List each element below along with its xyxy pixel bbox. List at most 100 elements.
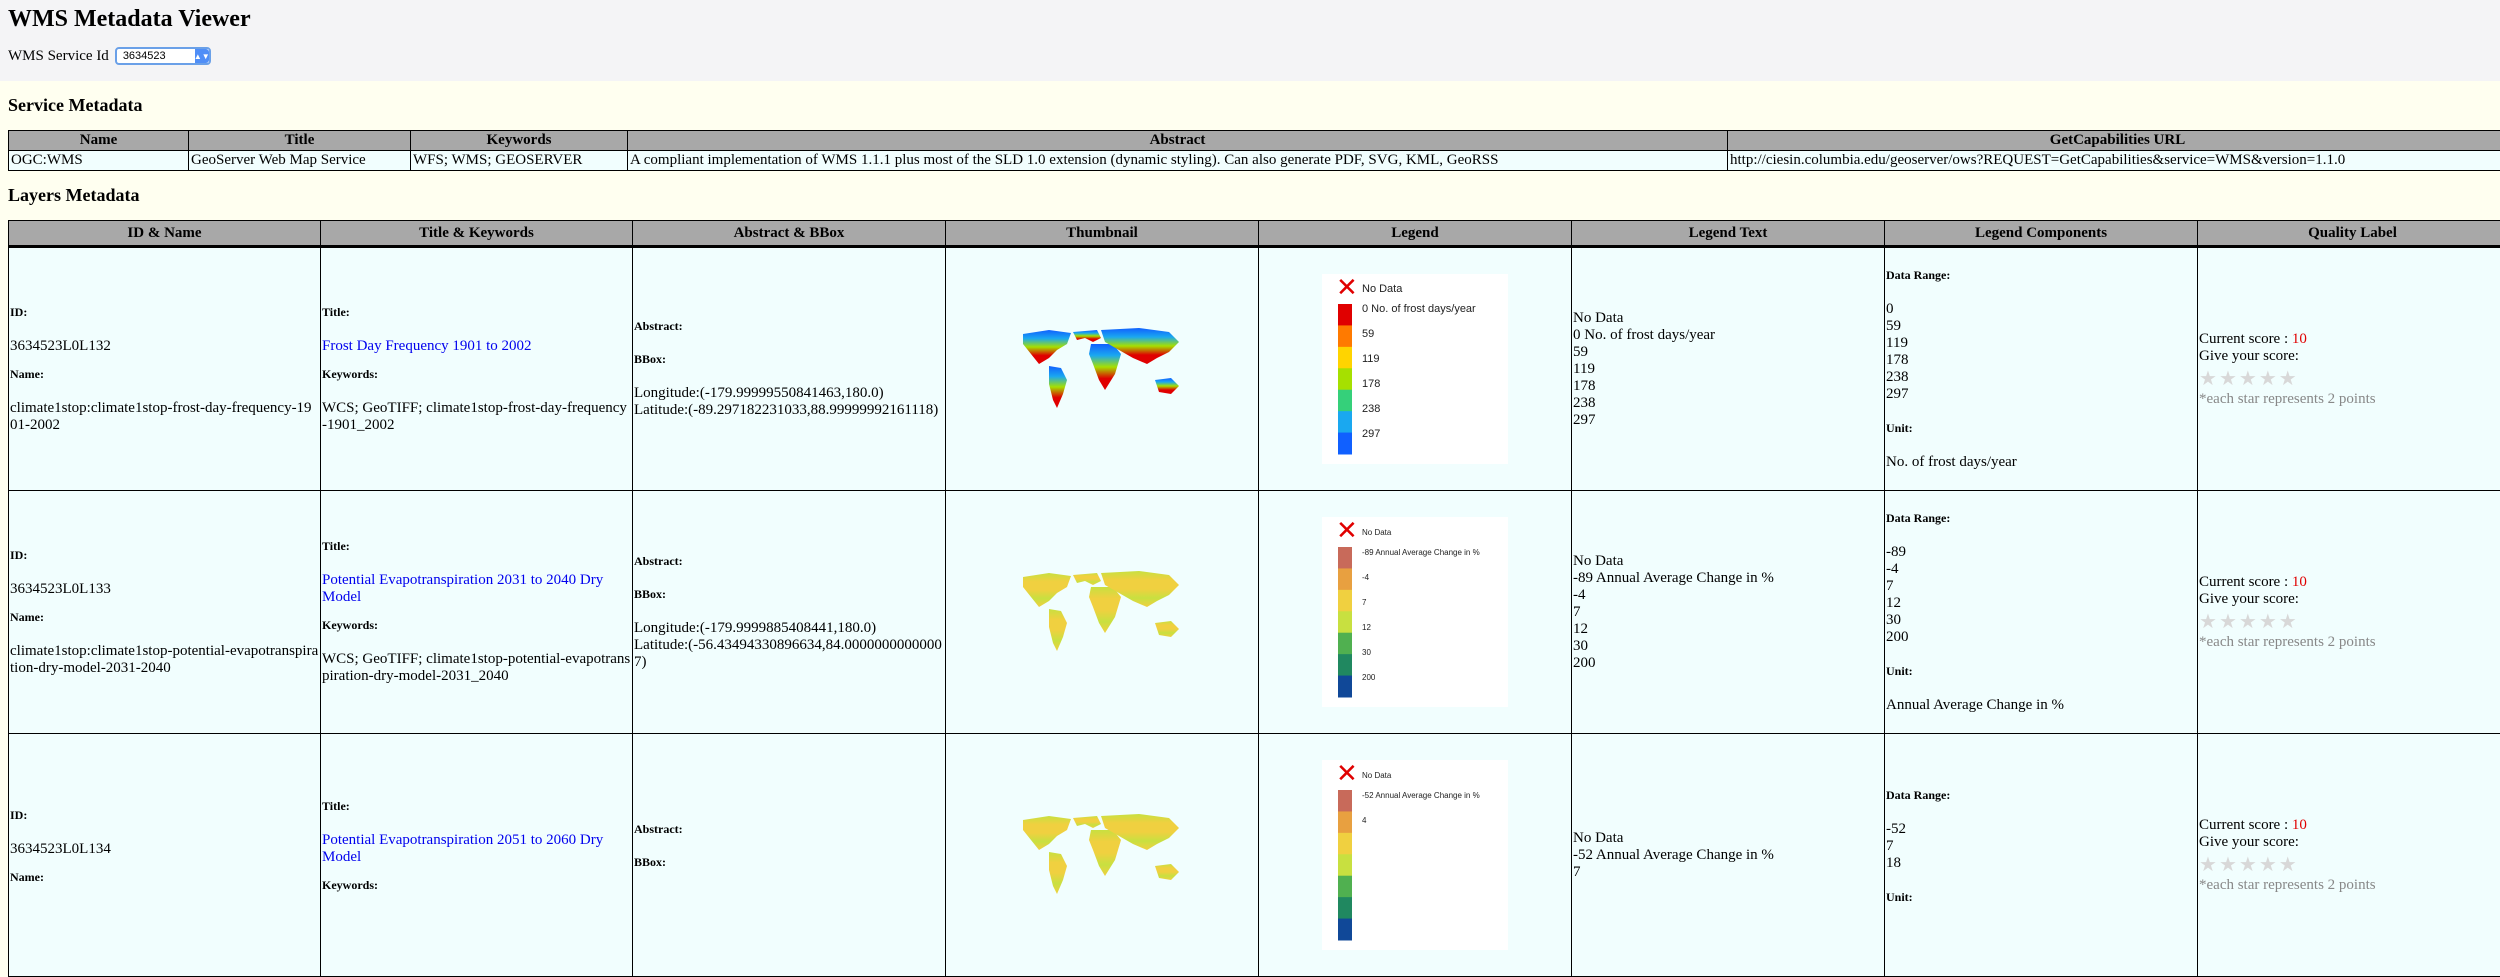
legend-label: No Data bbox=[1362, 771, 1392, 780]
star-icon[interactable]: ★ bbox=[2259, 612, 2277, 630]
landmass-shape bbox=[1023, 816, 1071, 850]
data-range-value: -52 bbox=[1886, 821, 2196, 838]
star-rating[interactable]: ★ ★ ★ ★ ★ bbox=[2199, 612, 2500, 630]
layer-title-link[interactable]: Potential Evapotranspiration 2051 to 206… bbox=[322, 832, 631, 866]
legend-text-line: 238 bbox=[1573, 395, 1883, 412]
legend-components-cell: Data Range: 059119178238297 Unit: No. of… bbox=[1885, 247, 2198, 491]
star-icon[interactable]: ★ bbox=[2239, 369, 2257, 387]
data-range-value: 0 bbox=[1886, 301, 2196, 318]
legend-components-cell: Data Range: -52718 Unit: bbox=[1885, 734, 2198, 977]
service-id-value: 3634523 bbox=[123, 50, 166, 62]
star-icon[interactable]: ★ bbox=[2279, 855, 2297, 873]
title-keywords-cell: Title: Potential Evapotranspiration 2031… bbox=[321, 491, 633, 734]
service-id-select[interactable]: 3634523 ▲▼ bbox=[115, 47, 211, 65]
layer-name: climate1stop:climate1stop-frost-day-freq… bbox=[10, 400, 319, 434]
chevron-updown-icon: ▲▼ bbox=[195, 49, 209, 63]
keywords-label: Keywords: bbox=[322, 618, 631, 633]
star-icon[interactable]: ★ bbox=[2239, 612, 2257, 630]
title-keywords-cell: Title: Frost Day Frequency 1901 to 2002 … bbox=[321, 247, 633, 491]
layer-title-link[interactable]: Frost Day Frequency 1901 to 2002 bbox=[322, 338, 631, 355]
legend-label: 12 bbox=[1362, 623, 1371, 632]
legend-text-line: 200 bbox=[1573, 655, 1883, 672]
legend-swatch bbox=[1338, 590, 1352, 612]
layer-id: 3634523L0L133 bbox=[10, 581, 319, 598]
star-icon[interactable]: ★ bbox=[2219, 369, 2237, 387]
landmass-shape bbox=[1023, 573, 1071, 607]
legend-label: -4 bbox=[1362, 573, 1370, 582]
bbox-longitude: Longitude:(-179.99999550841463,180.0) bbox=[634, 385, 944, 402]
layers-metadata-heading: Layers Metadata bbox=[8, 185, 2492, 206]
data-range-value: 238 bbox=[1886, 369, 2196, 386]
name-label: Name: bbox=[10, 610, 319, 625]
legend-text-line: 7 bbox=[1573, 604, 1883, 621]
data-range-value: 59 bbox=[1886, 318, 2196, 335]
star-icon[interactable]: ★ bbox=[2239, 855, 2257, 873]
star-icon[interactable]: ★ bbox=[2259, 369, 2277, 387]
legend-swatch bbox=[1338, 304, 1352, 326]
legend-cell: ✕No Data-89 Annual Average Change in %-4… bbox=[1259, 491, 1572, 734]
layer-thumbnail[interactable] bbox=[1009, 324, 1195, 414]
data-range-value: 7 bbox=[1886, 838, 2196, 855]
data-range-label: Data Range: bbox=[1886, 788, 2196, 803]
legend-label: 30 bbox=[1362, 648, 1371, 657]
unit-value: No. of frost days/year bbox=[1886, 454, 2196, 471]
abstract-label: Abstract: bbox=[634, 554, 944, 569]
star-icon[interactable]: ★ bbox=[2199, 369, 2217, 387]
thumbnail-cell bbox=[946, 734, 1259, 977]
column-header: GetCapabilities URL bbox=[1728, 131, 2500, 151]
star-icon[interactable]: ★ bbox=[2199, 855, 2217, 873]
legend-label: -89 Annual Average Change in % bbox=[1362, 548, 1480, 557]
legend-text-line: No Data bbox=[1573, 830, 1883, 847]
star-note: *each star represents 2 points bbox=[2199, 391, 2500, 408]
legend-swatch bbox=[1338, 368, 1352, 390]
star-icon[interactable]: ★ bbox=[2199, 612, 2217, 630]
unit-label: Unit: bbox=[1886, 890, 2196, 905]
legend-components-cell: Data Range: -89-471230200 Unit: Annual A… bbox=[1885, 491, 2198, 734]
landmass-shape bbox=[1073, 816, 1101, 828]
star-icon[interactable]: ★ bbox=[2259, 855, 2277, 873]
service-name: OGC:WMS bbox=[9, 151, 189, 171]
unit-value: Annual Average Change in % bbox=[1886, 697, 2196, 714]
thumbnail-cell bbox=[946, 247, 1259, 491]
service-selector-row: WMS Service Id 3634523 ▲▼ bbox=[8, 47, 2492, 65]
layer-id: 3634523L0L132 bbox=[10, 338, 319, 355]
legend-text-line: 30 bbox=[1573, 638, 1883, 655]
current-score-label: Current score : bbox=[2199, 574, 2292, 590]
star-rating[interactable]: ★ ★ ★ ★ ★ bbox=[2199, 369, 2500, 387]
bbox-label: BBox: bbox=[634, 855, 944, 870]
data-range-value: 18 bbox=[1886, 855, 2196, 872]
column-header: Legend Components bbox=[1885, 221, 2198, 247]
data-range-value: 119 bbox=[1886, 335, 2196, 352]
abstract-label: Abstract: bbox=[634, 822, 944, 837]
landmass-shape bbox=[1073, 330, 1101, 342]
legend-label: 238 bbox=[1362, 403, 1380, 415]
layer-legend: ✕No Data-89 Annual Average Change in %-4… bbox=[1322, 517, 1508, 707]
star-icon[interactable]: ★ bbox=[2219, 855, 2237, 873]
thumbnail-cell bbox=[946, 491, 1259, 734]
layer-keywords: WCS; GeoTIFF; climate1stop-potential-eva… bbox=[322, 651, 631, 685]
layer-thumbnail[interactable] bbox=[1009, 567, 1195, 657]
star-icon[interactable]: ★ bbox=[2219, 612, 2237, 630]
current-score-value: 10 bbox=[2292, 574, 2307, 590]
legend-swatch bbox=[1338, 568, 1352, 590]
layer-thumbnail[interactable] bbox=[1009, 810, 1195, 900]
column-header: Legend bbox=[1259, 221, 1572, 247]
legend-label: 297 bbox=[1362, 428, 1380, 440]
layer-title-link[interactable]: Potential Evapotranspiration 2031 to 204… bbox=[322, 572, 631, 606]
star-icon[interactable]: ★ bbox=[2279, 612, 2297, 630]
name-label: Name: bbox=[10, 870, 319, 885]
landmass-shape bbox=[1049, 366, 1067, 408]
star-icon[interactable]: ★ bbox=[2279, 369, 2297, 387]
star-rating[interactable]: ★ ★ ★ ★ ★ bbox=[2199, 855, 2500, 873]
give-score-label: Give your score: bbox=[2199, 591, 2500, 608]
legend-text-line: 178 bbox=[1573, 378, 1883, 395]
landmass-shape bbox=[1049, 852, 1067, 894]
legend-label: 178 bbox=[1362, 378, 1380, 390]
table-row: OGC:WMS GeoServer Web Map Service WFS; W… bbox=[9, 151, 2500, 171]
unit-label: Unit: bbox=[1886, 664, 2196, 679]
legend-swatch bbox=[1338, 919, 1352, 941]
bbox-label: BBox: bbox=[634, 352, 944, 367]
id-name-cell: ID: 3634523L0L133 Name: climate1stop:cli… bbox=[9, 491, 321, 734]
legend-label: 59 bbox=[1362, 328, 1374, 340]
title-label: Title: bbox=[322, 539, 631, 554]
